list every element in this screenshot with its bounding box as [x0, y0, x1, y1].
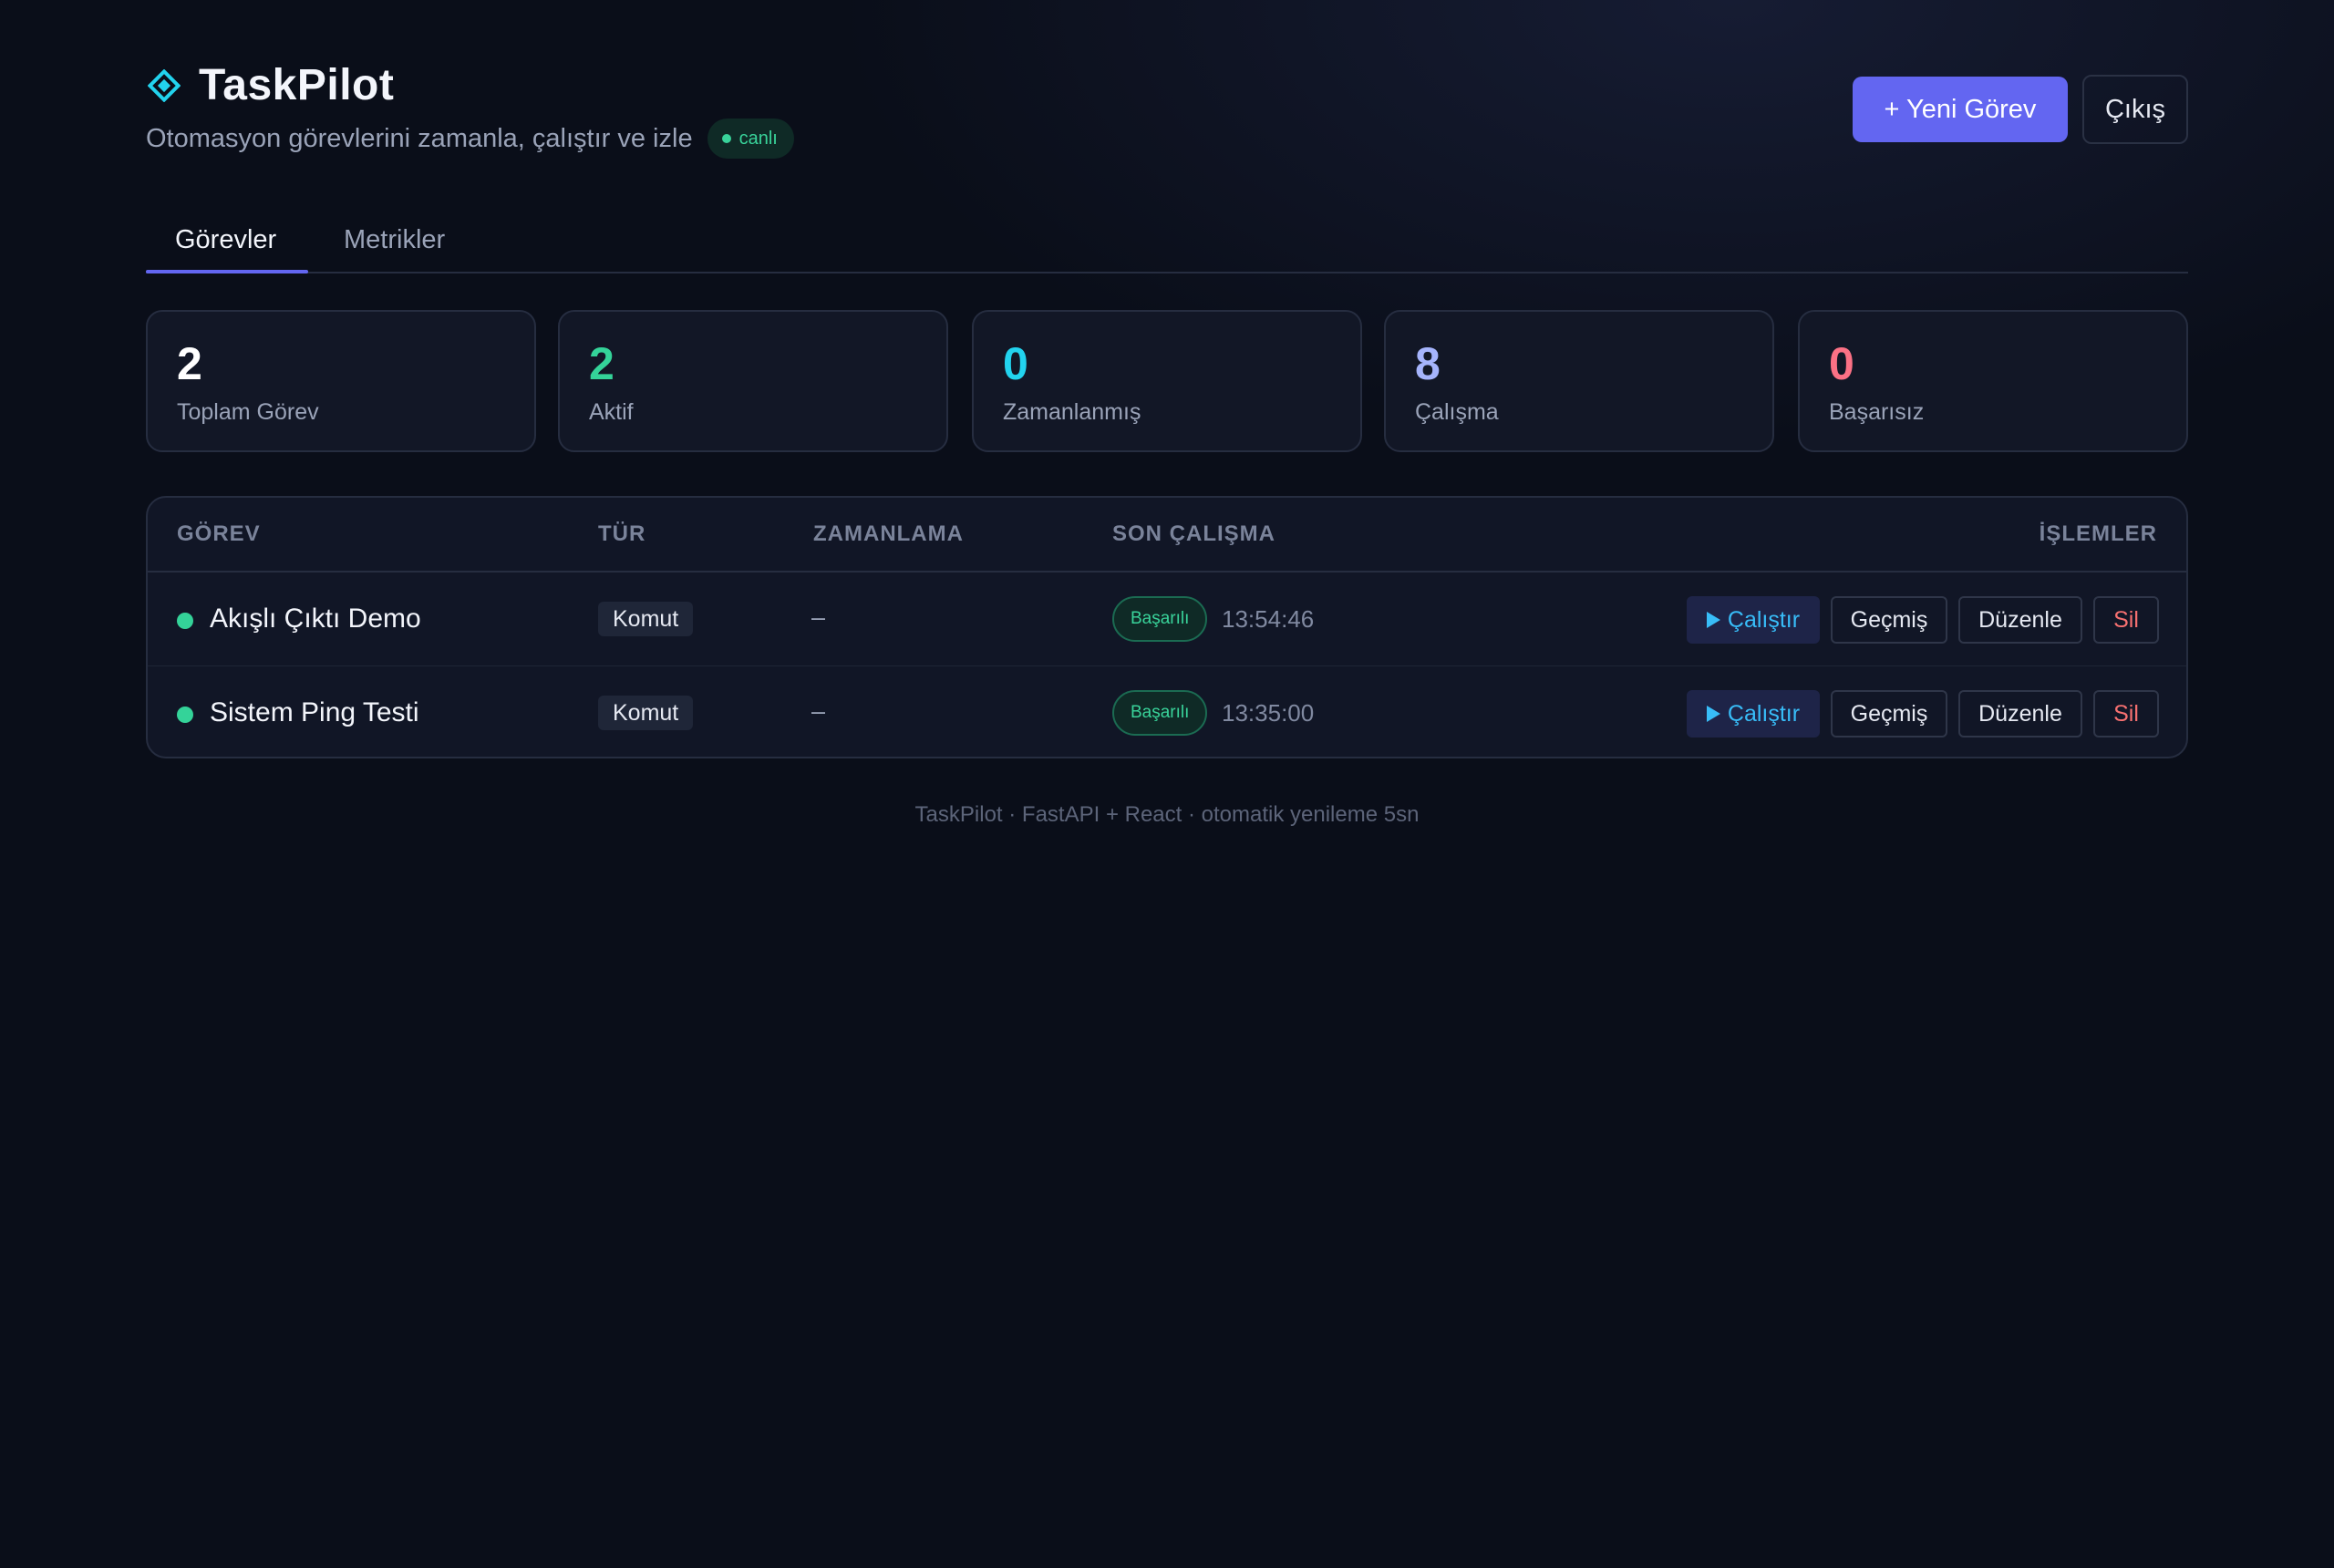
- task-name: Sistem Ping Testi: [210, 697, 419, 727]
- app-title: TaskPilot: [199, 61, 395, 109]
- active-tab-indicator: [146, 270, 308, 273]
- stat-label: Toplam Görev: [177, 399, 319, 425]
- logout-button[interactable]: Çıkış: [2082, 75, 2188, 144]
- stat-label: Başarısız: [1829, 399, 1925, 425]
- table-row: Sistem Ping Testi Komut – Başarılı 13:35…: [148, 665, 2186, 757]
- active-status-dot-icon: [177, 707, 193, 723]
- stats-row: 2 Toplam Görev 2 Aktif 0 Zamanlanmış 8 Ç…: [146, 310, 2188, 452]
- subtitle-text: Otomasyon görevlerini zamanla, çalıştır …: [146, 123, 693, 153]
- last-run-time: 13:54:46: [1222, 605, 1315, 633]
- stat-scheduled: 0 Zamanlanmış: [972, 310, 1362, 452]
- history-button[interactable]: Geçmiş: [1831, 596, 1947, 644]
- tab-bar: Görevler Metrikler: [146, 206, 2188, 273]
- play-icon: [1706, 706, 1720, 722]
- column-header-task: GÖREV: [177, 521, 261, 546]
- subtitle: Otomasyon görevlerini zamanla, çalıştır …: [146, 119, 794, 159]
- stat-runs: 8 Çalışma: [1384, 310, 1774, 452]
- tab-tasks[interactable]: Görevler: [175, 206, 276, 273]
- column-header-actions: İŞLEMLER: [2039, 521, 2157, 546]
- type-badge: Komut: [598, 696, 694, 730]
- stat-label: Zamanlanmış: [1003, 399, 1141, 425]
- stat-value: 2: [177, 338, 202, 389]
- tab-metrics[interactable]: Metrikler: [344, 206, 445, 273]
- edit-button[interactable]: Düzenle: [1958, 596, 2082, 644]
- schedule-value: –: [811, 603, 826, 631]
- edit-button[interactable]: Düzenle: [1958, 690, 2082, 738]
- column-header-last-run: SON ÇALIŞMA: [1112, 521, 1275, 546]
- schedule-value: –: [811, 697, 826, 725]
- live-badge-label: canlı: [738, 128, 778, 149]
- play-icon: [1706, 612, 1720, 628]
- live-badge: canlı: [707, 119, 794, 159]
- delete-button[interactable]: Sil: [2093, 596, 2159, 644]
- result-badge: Başarılı: [1112, 690, 1208, 736]
- run-label: Çalıştır: [1727, 700, 1801, 727]
- column-header-type: TÜR: [598, 521, 646, 546]
- tasks-table: GÖREV TÜR ZAMANLAMA SON ÇALIŞMA İŞLEMLER…: [146, 496, 2188, 758]
- stat-value: 2: [589, 338, 614, 389]
- result-badge: Başarılı: [1112, 596, 1208, 642]
- run-button[interactable]: Çalıştır: [1687, 596, 1820, 644]
- stat-failed: 0 Başarısız: [1798, 310, 2188, 452]
- column-header-schedule: ZAMANLAMA: [813, 521, 964, 546]
- stat-total-tasks: 2 Toplam Görev: [146, 310, 536, 452]
- live-dot-icon: [721, 134, 731, 143]
- brand: TaskPilot: [146, 60, 394, 110]
- delete-button[interactable]: Sil: [2093, 690, 2159, 738]
- run-button[interactable]: Çalıştır: [1687, 690, 1820, 738]
- run-label: Çalıştır: [1727, 606, 1801, 633]
- active-status-dot-icon: [177, 613, 193, 629]
- table-header: GÖREV TÜR ZAMANLAMA SON ÇALIŞMA İŞLEMLER: [148, 498, 2186, 573]
- table-row: Akışlı Çıktı Demo Komut – Başarılı 13:54…: [148, 573, 2186, 665]
- footer: TaskPilot · FastAPI + React · otomatik y…: [914, 802, 1420, 827]
- stat-value: 8: [1415, 338, 1441, 389]
- task-name: Akışlı Çıktı Demo: [210, 603, 421, 634]
- new-task-button[interactable]: + Yeni Görev: [1853, 77, 2068, 142]
- stat-label: Aktif: [589, 399, 634, 425]
- stat-label: Çalışma: [1415, 399, 1499, 425]
- stat-value: 0: [1829, 338, 1854, 389]
- stat-value: 0: [1003, 338, 1028, 389]
- stat-active: 2 Aktif: [558, 310, 948, 452]
- last-run-time: 13:35:00: [1222, 699, 1315, 727]
- diamond-icon: [146, 67, 182, 104]
- history-button[interactable]: Geçmiş: [1831, 690, 1947, 738]
- type-badge: Komut: [598, 602, 694, 636]
